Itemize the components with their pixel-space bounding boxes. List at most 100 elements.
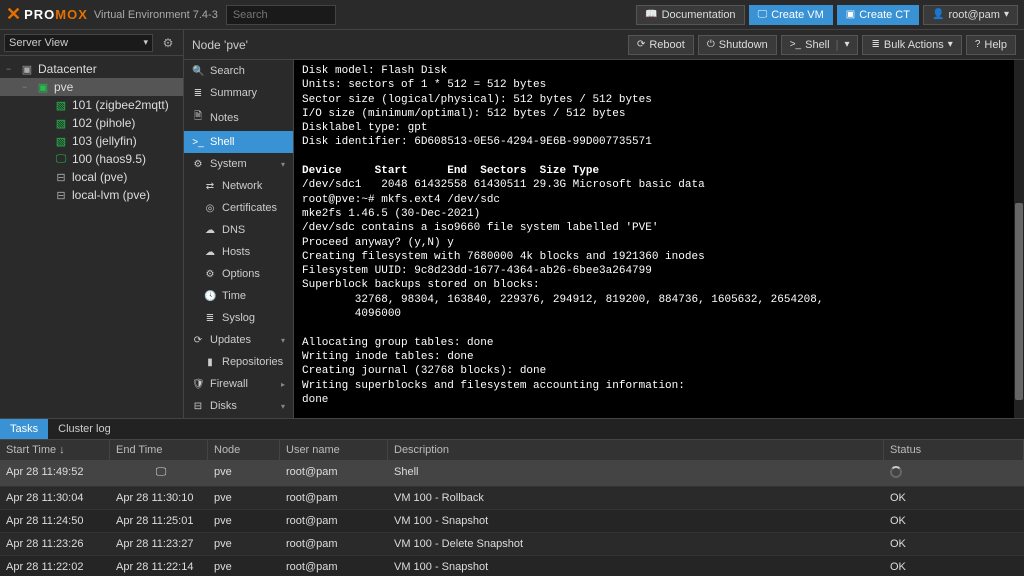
search-input[interactable]	[226, 5, 336, 25]
menu-item-dns[interactable]: ☁DNS	[184, 219, 293, 241]
task-row[interactable]: Apr 28 11:23:26Apr 28 11:23:27pveroot@pa…	[0, 533, 1024, 556]
tree-node[interactable]: −▣pve	[0, 78, 183, 96]
menu-item-shell[interactable]: >_Shell	[184, 131, 293, 153]
menu-label: Disks	[210, 400, 237, 412]
menu-label: Search	[210, 65, 245, 77]
create-vm-button[interactable]: 🖵Create VM	[749, 5, 833, 25]
cell-status: OK	[884, 513, 1024, 529]
tree-node[interactable]: ⊟local-lvm (pve)	[0, 186, 183, 204]
cell-desc: VM 100 - Rollback	[388, 490, 884, 506]
cell-start: Apr 28 11:23:26	[0, 536, 110, 552]
tab-cluster-log[interactable]: Cluster log	[48, 419, 121, 439]
terminal-scrollbar[interactable]	[1014, 60, 1024, 418]
tree-node[interactable]: −▣Datacenter	[0, 60, 183, 78]
book-icon: 📖	[645, 9, 657, 20]
shell-terminal[interactable]: Disk model: Flash Disk Units: sectors of…	[294, 60, 1024, 418]
tree-node-label: 101 (zigbee2mqtt)	[72, 98, 169, 112]
tree-node[interactable]: ▧101 (zigbee2mqtt)	[0, 96, 183, 114]
shell-button[interactable]: >_Shell|▾	[781, 35, 859, 55]
chevron-down-icon: ▾	[143, 37, 148, 48]
chevron-down-icon: ▾	[1004, 9, 1009, 20]
shutdown-button[interactable]: ⏻Shutdown	[698, 35, 777, 55]
disk-icon: ⊟	[54, 189, 68, 202]
logo-mox: MOX	[55, 7, 88, 22]
task-table-body: Apr 28 11:49:52🖵pveroot@pamShellApr 28 1…	[0, 461, 1024, 576]
col-node[interactable]: Node	[208, 440, 280, 460]
monitor-icon: 🖵	[116, 466, 206, 479]
reboot-button[interactable]: ⟳Reboot	[628, 35, 694, 55]
menu-icon: ◎	[204, 203, 216, 214]
node-title: Node 'pve'	[192, 38, 248, 52]
tree-settings-button[interactable]: ⚙	[157, 32, 179, 54]
tree-node-label: Datacenter	[38, 62, 97, 76]
col-end-time[interactable]: End Time	[110, 440, 208, 460]
menu-item-time[interactable]: 🕓Time	[184, 285, 293, 307]
menu-item-system[interactable]: ⚙System▾	[184, 153, 293, 175]
menu-item-hosts[interactable]: ☁Hosts	[184, 241, 293, 263]
top-bar: ✕ PROMOX Virtual Environment 7.4-3 📖Docu…	[0, 0, 1024, 30]
menu-item-repositories[interactable]: ▮Repositories	[184, 351, 293, 373]
tree-node[interactable]: ▧102 (pihole)	[0, 114, 183, 132]
task-row[interactable]: Apr 28 11:49:52🖵pveroot@pamShell	[0, 461, 1024, 487]
refresh-icon: ⟳	[637, 39, 645, 50]
task-row[interactable]: Apr 28 11:22:02Apr 28 11:22:14pveroot@pa…	[0, 556, 1024, 576]
cube-icon: ▣	[846, 9, 855, 20]
chevron-icon: ▾	[281, 336, 285, 345]
menu-item-updates[interactable]: ⟳Updates▾	[184, 329, 293, 351]
tree-node[interactable]: ▧103 (jellyfin)	[0, 132, 183, 150]
menu-label: Notes	[210, 112, 239, 124]
col-description[interactable]: Description	[388, 440, 884, 460]
menu-icon: 🗎	[192, 109, 204, 126]
menu-icon: 🕓	[204, 291, 216, 302]
cell-start: Apr 28 11:22:02	[0, 559, 110, 575]
user-menu-button[interactable]: 👤root@pam▾	[923, 5, 1018, 25]
cell-start: Apr 28 11:24:50	[0, 513, 110, 529]
tree-node[interactable]: 🖵100 (haos9.5)	[0, 150, 183, 168]
tab-tasks[interactable]: Tasks	[0, 419, 48, 439]
create-ct-button[interactable]: ▣Create CT	[837, 5, 919, 25]
view-selector[interactable]: Server View▾	[4, 34, 153, 52]
menu-item-network[interactable]: ⇄Network	[184, 175, 293, 197]
tree-node-label: pve	[54, 80, 73, 94]
menu-item-firewall[interactable]: 🛡Firewall▸	[184, 373, 293, 395]
menu-item-notes[interactable]: 🗎 Notes	[184, 104, 293, 131]
menu-icon: >_	[192, 137, 204, 148]
menu-item-search[interactable]: 🔍 Search	[184, 60, 293, 82]
expand-toggle-icon: −	[22, 82, 32, 92]
tree-node-label: 103 (jellyfin)	[72, 134, 137, 148]
gear-icon: ⚙	[163, 36, 174, 50]
split-divider: |	[836, 39, 839, 51]
terminal-scroll-thumb[interactable]	[1015, 203, 1023, 400]
spinner-icon	[890, 466, 902, 478]
col-status[interactable]: Status	[884, 440, 1024, 460]
col-start-time[interactable]: Start Time ↓	[0, 440, 110, 460]
menu-icon: 🔍	[192, 66, 204, 77]
help-button[interactable]: ?Help	[966, 35, 1016, 55]
menu-icon: ⚙	[192, 159, 204, 170]
content-body: 🔍 Search ≣Summary 🗎 Notes >_Shell ⚙ System ▾ ⇄Net…	[184, 60, 1024, 418]
task-row[interactable]: Apr 28 11:24:50Apr 28 11:25:01pveroot@pa…	[0, 510, 1024, 533]
col-user[interactable]: User name	[280, 440, 388, 460]
cell-status	[884, 464, 1024, 483]
menu-label: Hosts	[222, 246, 250, 258]
menu-item-disks[interactable]: ⊟Disks▾	[184, 395, 293, 417]
menu-icon: ⇄	[204, 181, 216, 192]
menu-item-summary[interactable]: ≣Summary	[184, 82, 293, 104]
menu-item-certificates[interactable]: ◎Certificates	[184, 197, 293, 219]
version-label: Virtual Environment 7.4-3	[94, 9, 218, 21]
tree-node[interactable]: ⊟local (pve)	[0, 168, 183, 186]
user-label: root@pam	[948, 9, 1000, 21]
vm-green-icon: 🖵	[54, 153, 68, 166]
cell-start: Apr 28 11:30:04	[0, 490, 110, 506]
menu-item-syslog[interactable]: ≣Syslog	[184, 307, 293, 329]
terminal-icon: >_	[790, 39, 801, 50]
cell-end: Apr 28 11:23:27	[110, 536, 208, 552]
task-row[interactable]: Apr 28 11:30:04Apr 28 11:30:10pveroot@pa…	[0, 487, 1024, 510]
cell-end: Apr 28 11:22:14	[110, 559, 208, 575]
menu-label: Firewall	[210, 378, 248, 390]
cell-user: root@pam	[280, 490, 388, 506]
bulk-actions-button[interactable]: ≣Bulk Actions▾	[862, 35, 961, 55]
documentation-button[interactable]: 📖Documentation	[636, 5, 744, 25]
menu-item-options[interactable]: ⚙Options	[184, 263, 293, 285]
menu-label: System	[210, 158, 247, 170]
